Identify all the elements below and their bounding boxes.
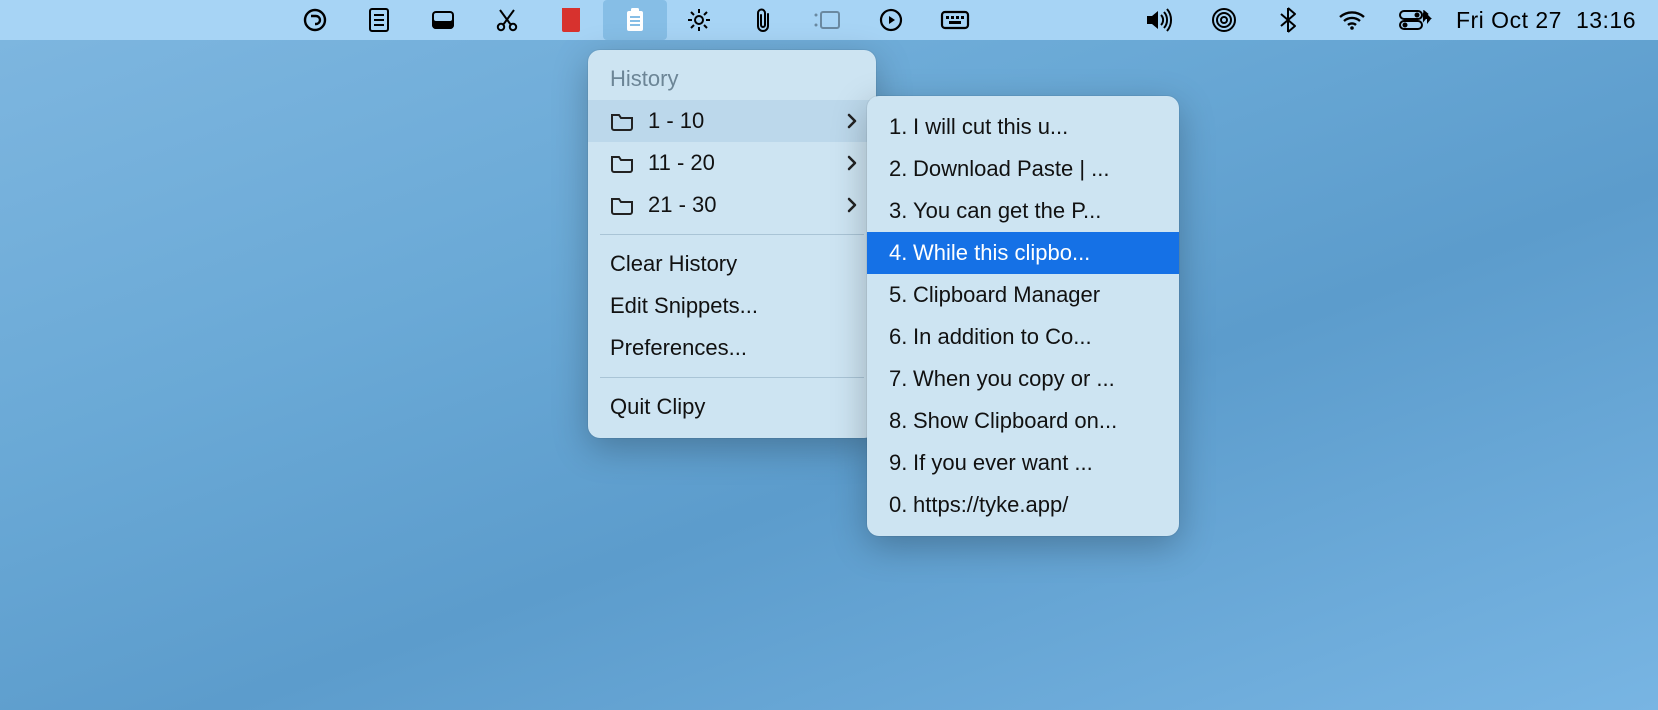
menubar-date: Fri Oct 27 [1456,7,1562,34]
history-entry-number: 4. [889,240,913,266]
edit-snippets-item[interactable]: Edit Snippets... [588,285,876,327]
menu-separator [600,377,864,378]
history-entry[interactable]: 6. In addition to Co... [867,316,1179,358]
notes-icon[interactable] [347,0,411,40]
bluetooth-icon[interactable] [1256,0,1320,40]
history-entry[interactable]: 3. You can get the P... [867,190,1179,232]
history-entry-number: 9. [889,450,913,476]
history-submenu: 1. I will cut this u...2. Download Paste… [867,96,1179,536]
history-group-label: 1 - 10 [648,108,846,134]
history-entry-number: 1. [889,114,913,140]
menubar-time: 13:16 [1576,7,1636,34]
history-entry-text: Clipboard Manager [913,282,1100,308]
menu-header-history: History [588,60,876,100]
menu-item-label: Edit Snippets... [610,293,858,319]
window-list-icon[interactable] [795,0,859,40]
history-entry[interactable]: 1. I will cut this u... [867,106,1179,148]
history-entry-number: 0. [889,492,913,518]
history-entry[interactable]: 9. If you ever want ... [867,442,1179,484]
history-entry-text: If you ever want ... [913,450,1093,476]
history-entry-text: When you copy or ... [913,366,1115,392]
history-group-2[interactable]: 11 - 20 [588,142,876,184]
history-entry-number: 5. [889,282,913,308]
chevron-right-icon [846,112,858,130]
history-entry-text: Download Paste | ... [913,156,1110,182]
history-group-1[interactable]: 1 - 10 [588,100,876,142]
menu-item-label: Quit Clipy [610,394,858,420]
history-entry-text: While this clipbo... [913,240,1090,266]
history-entry[interactable]: 0. https://tyke.app/ [867,484,1179,526]
history-group-label: 21 - 30 [648,192,846,218]
menubar: Fri Oct 27 13:16 [0,0,1658,40]
red-app-icon[interactable] [539,0,603,40]
history-group-3[interactable]: 21 - 30 [588,184,876,226]
scissors-icon[interactable] [475,0,539,40]
inbox-icon[interactable] [411,0,475,40]
keyboard-icon[interactable] [923,0,987,40]
history-group-label: 11 - 20 [648,150,846,176]
quit-clipy-item[interactable]: Quit Clipy [588,386,876,428]
folder-icon [610,153,634,173]
play-circle-icon[interactable] [859,0,923,40]
clipy-menu: History 1 - 10 11 - 20 21 - 30 Clear His… [588,50,876,438]
history-entry[interactable]: 8. Show Clipboard on... [867,400,1179,442]
history-entry-text: In addition to Co... [913,324,1092,350]
history-entry[interactable]: 7. When you copy or ... [867,358,1179,400]
history-entry-number: 2. [889,156,913,182]
clear-history-item[interactable]: Clear History [588,243,876,285]
history-entry-text: Show Clipboard on... [913,408,1117,434]
wifi-icon[interactable] [1320,0,1384,40]
history-entry-number: 6. [889,324,913,350]
folder-icon [610,111,634,131]
clipy-menubar-icon[interactable] [603,0,667,40]
app-icon-1[interactable] [283,0,347,40]
history-entry-text: You can get the P... [913,198,1101,224]
menubar-right-icons: Fri Oct 27 13:16 [1128,0,1650,40]
menubar-left-icons [283,0,987,40]
history-entry[interactable]: 5. Clipboard Manager [867,274,1179,316]
airdrop-icon[interactable] [1192,0,1256,40]
chevron-right-icon [846,154,858,172]
menu-item-label: Preferences... [610,335,858,361]
history-entry[interactable]: 2. Download Paste | ... [867,148,1179,190]
history-entry-number: 8. [889,408,913,434]
brightness-icon[interactable] [667,0,731,40]
chevron-right-icon [846,196,858,214]
history-entry[interactable]: 4. While this clipbo... [867,232,1179,274]
menu-item-label: Clear History [610,251,858,277]
folder-icon [610,195,634,215]
control-center-icon[interactable] [1384,0,1448,40]
history-entry-text: I will cut this u... [913,114,1068,140]
menubar-clock[interactable]: Fri Oct 27 13:16 [1448,7,1650,34]
preferences-item[interactable]: Preferences... [588,327,876,369]
menu-separator [600,234,864,235]
history-entry-text: https://tyke.app/ [913,492,1068,518]
history-entry-number: 3. [889,198,913,224]
history-entry-number: 7. [889,366,913,392]
paperclip-icon[interactable] [731,0,795,40]
volume-icon[interactable] [1128,0,1192,40]
